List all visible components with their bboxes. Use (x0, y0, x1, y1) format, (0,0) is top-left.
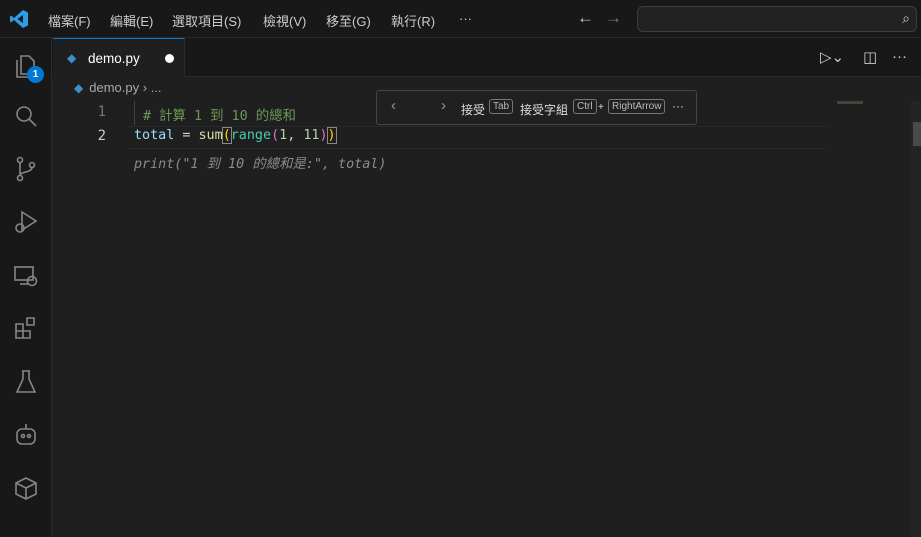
remote-explorer-icon[interactable] (12, 262, 40, 290)
breadcrumb-more[interactable]: ... (151, 80, 162, 95)
activity-bar: 1 (0, 38, 52, 537)
forward-arrow-icon[interactable]: → (605, 8, 622, 28)
search-icon: ⌕ (902, 10, 910, 26)
explorer-badge: 1 (27, 66, 44, 83)
copilot-icon[interactable] (12, 421, 40, 449)
menu-more[interactable]: ··· (459, 11, 472, 26)
token: range (230, 128, 272, 143)
token: 11 (303, 128, 320, 143)
code-line-2[interactable]: total = sum(range(1, 11)) (134, 127, 337, 144)
next-suggestion-icon[interactable]: › (441, 97, 446, 114)
tab-demo-py[interactable]: ◆ demo.py (53, 38, 185, 77)
command-center-search[interactable]: ⌕ (637, 6, 917, 32)
plus-sign: + (598, 102, 604, 113)
inline-suggestion-toolbar: ‹ › 接受 Tab 接受字組 Ctrl + RightArrow ··· (376, 90, 697, 125)
accept-word-button[interactable]: 接受字組 (520, 101, 568, 118)
testing-icon[interactable] (12, 368, 40, 396)
bracket: ( (271, 128, 280, 143)
menu-run[interactable]: 執行(R) (391, 11, 435, 30)
token: 1 (279, 128, 288, 143)
menu-view[interactable]: 檢視(V) (263, 11, 306, 30)
split-editor-icon[interactable]: ◫ (863, 48, 877, 66)
accept-keybinding: Tab (489, 99, 514, 114)
python-file-icon: ◆ (67, 51, 77, 65)
token: sum (198, 128, 223, 143)
back-arrow-icon[interactable]: ← (577, 8, 594, 28)
run-debug-icon[interactable] (12, 208, 40, 236)
tab-label: demo.py (88, 51, 140, 66)
code-line-1[interactable]: # 計算 1 到 10 的總和 (143, 104, 296, 124)
menu-edit[interactable]: 編輯(E) (110, 11, 153, 30)
token: , (287, 128, 304, 143)
python-file-icon: ◆ (74, 81, 84, 95)
bracket: ) (319, 128, 328, 143)
scrollbar-thumb[interactable] (913, 122, 921, 146)
minimap[interactable] (837, 101, 863, 104)
ghost-suggestion: print("1 到 10 的總和是:", total) (134, 157, 387, 172)
extensions-icon[interactable] (12, 315, 40, 343)
menu-go[interactable]: 移至(G) (326, 11, 371, 30)
editor-tabs: ◆ demo.py ▷⌄ ◫ ··· (52, 38, 921, 77)
token: = (174, 128, 199, 143)
breadcrumb: ◆ demo.py › ... (74, 80, 162, 95)
token: total (134, 128, 175, 143)
breadcrumb-separator: › (142, 80, 148, 95)
title-bar: 檔案(F) 編輯(E) 選取項目(S) 檢視(V) 移至(G) 執行(R) ··… (0, 0, 921, 38)
bracket: ( (221, 127, 232, 144)
rightarrow-key: RightArrow (608, 99, 666, 114)
menu-selection[interactable]: 選取項目(S) (172, 11, 241, 30)
previous-suggestion-icon[interactable]: ‹ (391, 97, 396, 114)
breadcrumb-file[interactable]: demo.py (89, 80, 139, 95)
containers-icon[interactable] (12, 474, 40, 502)
more-actions-icon[interactable]: ··· (892, 48, 907, 65)
ctrl-key: Ctrl (573, 99, 597, 114)
indent-guide (134, 101, 135, 125)
line-number: 2 (97, 128, 106, 144)
run-python-icon[interactable]: ▷⌄ (820, 48, 844, 66)
vscode-logo-icon (10, 10, 28, 28)
accept-button[interactable]: 接受 (461, 101, 485, 118)
bracket: ) (326, 127, 337, 144)
unsaved-dot-icon[interactable] (165, 54, 174, 63)
more-options-icon[interactable]: ··· (672, 99, 684, 113)
search-icon[interactable] (12, 102, 40, 130)
vertical-scrollbar[interactable] (911, 101, 921, 537)
source-control-icon[interactable] (12, 155, 40, 183)
menu-file[interactable]: 檔案(F) (48, 11, 91, 30)
line-number: 1 (97, 104, 106, 120)
